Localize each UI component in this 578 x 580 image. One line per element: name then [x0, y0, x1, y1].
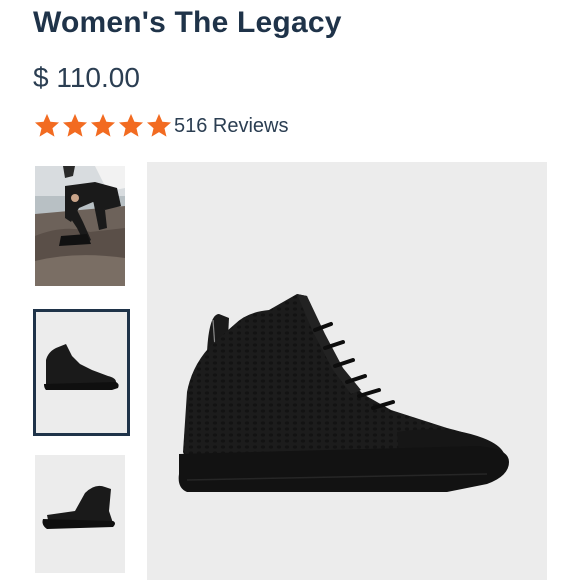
- thumbnail-shoe-angle[interactable]: [35, 455, 125, 573]
- main-product-image[interactable]: [147, 162, 547, 580]
- product-rating[interactable]: 516 Reviews: [33, 112, 289, 140]
- product-title: Women's The Legacy: [33, 6, 342, 39]
- reviews-link[interactable]: 516 Reviews: [174, 115, 289, 138]
- star-rating: [33, 112, 173, 140]
- shoe-side-photo: [36, 312, 127, 433]
- thumbnail-shoe-side[interactable]: [33, 309, 130, 436]
- thumbnail-lifestyle[interactable]: [35, 166, 125, 286]
- lifestyle-photo: [35, 166, 125, 286]
- star-icon: [90, 113, 116, 137]
- shoe-angle-photo: [35, 455, 125, 573]
- star-icon: [34, 113, 60, 137]
- star-icon: [62, 113, 88, 137]
- star-icon: [146, 113, 172, 137]
- star-icon: [118, 113, 144, 137]
- product-price: $ 110.00: [33, 62, 140, 93]
- black-high-top-sneaker-photo: [147, 162, 547, 580]
